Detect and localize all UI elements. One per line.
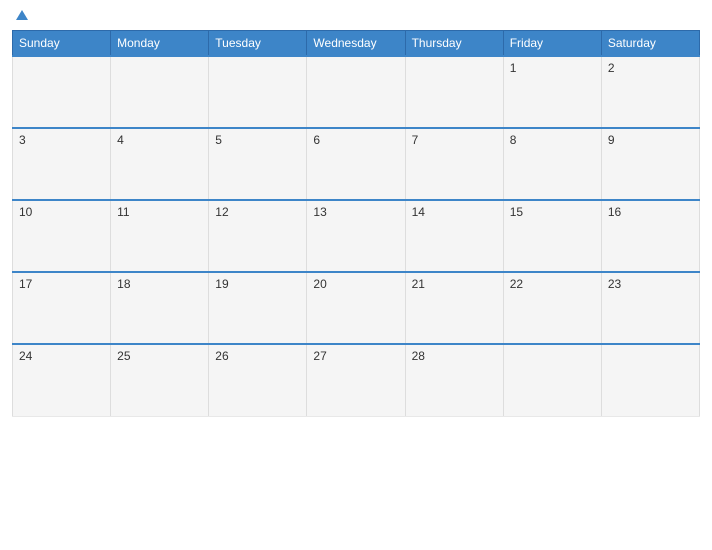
calendar-day-cell: 17 — [13, 272, 111, 344]
day-number: 16 — [608, 205, 621, 219]
weekday-header-thursday: Thursday — [405, 31, 503, 57]
calendar-day-cell — [209, 56, 307, 128]
day-number: 27 — [313, 349, 326, 363]
calendar-day-cell: 6 — [307, 128, 405, 200]
calendar-week-row: 3 4 5 6 7 8 9 — [13, 128, 700, 200]
calendar-day-cell: 5 — [209, 128, 307, 200]
weekday-header-friday: Friday — [503, 31, 601, 57]
day-number: 17 — [19, 277, 32, 291]
day-number: 15 — [510, 205, 523, 219]
calendar-day-cell: 22 — [503, 272, 601, 344]
day-number: 8 — [510, 133, 517, 147]
weekday-header-wednesday: Wednesday — [307, 31, 405, 57]
calendar-day-cell: 7 — [405, 128, 503, 200]
calendar-body: 1234567891011121314151617181920212223242… — [13, 56, 700, 416]
calendar-week-row: 12 — [13, 56, 700, 128]
calendar-day-cell: 18 — [111, 272, 209, 344]
day-number: 20 — [313, 277, 326, 291]
calendar-week-row: 24 25 26 27 28 — [13, 344, 700, 416]
calendar-day-cell — [307, 56, 405, 128]
calendar-header — [12, 10, 700, 22]
calendar-day-cell — [405, 56, 503, 128]
calendar-day-cell: 24 — [13, 344, 111, 416]
calendar-day-cell: 16 — [601, 200, 699, 272]
calendar-week-row: 10 11 12 13 14 15 16 — [13, 200, 700, 272]
day-number: 13 — [313, 205, 326, 219]
calendar-day-cell: 26 — [209, 344, 307, 416]
calendar-day-cell — [111, 56, 209, 128]
calendar-day-cell — [503, 344, 601, 416]
calendar-day-cell: 28 — [405, 344, 503, 416]
day-number: 26 — [215, 349, 228, 363]
day-number: 23 — [608, 277, 621, 291]
logo — [12, 10, 28, 22]
calendar-thead: SundayMondayTuesdayWednesdayThursdayFrid… — [13, 31, 700, 57]
day-number: 18 — [117, 277, 130, 291]
calendar-day-cell: 1 — [503, 56, 601, 128]
calendar-day-cell: 4 — [111, 128, 209, 200]
day-number: 1 — [510, 61, 517, 75]
calendar-day-cell: 10 — [13, 200, 111, 272]
calendar-day-cell: 19 — [209, 272, 307, 344]
day-number: 19 — [215, 277, 228, 291]
calendar-day-cell: 25 — [111, 344, 209, 416]
day-number: 22 — [510, 277, 523, 291]
day-number: 2 — [608, 61, 615, 75]
weekday-header-monday: Monday — [111, 31, 209, 57]
calendar-day-cell — [13, 56, 111, 128]
day-number: 9 — [608, 133, 615, 147]
weekday-header-saturday: Saturday — [601, 31, 699, 57]
day-number: 24 — [19, 349, 32, 363]
day-number: 4 — [117, 133, 124, 147]
calendar-day-cell: 13 — [307, 200, 405, 272]
calendar-day-cell — [601, 344, 699, 416]
day-number: 10 — [19, 205, 32, 219]
calendar-day-cell: 8 — [503, 128, 601, 200]
day-number: 6 — [313, 133, 320, 147]
day-number: 11 — [117, 205, 129, 219]
day-number: 28 — [412, 349, 425, 363]
calendar-day-cell: 27 — [307, 344, 405, 416]
day-number: 21 — [412, 277, 425, 291]
day-number: 7 — [412, 133, 419, 147]
day-number: 25 — [117, 349, 130, 363]
calendar-day-cell: 14 — [405, 200, 503, 272]
calendar-day-cell: 12 — [209, 200, 307, 272]
calendar-week-row: 17 18 19 20 21 22 23 — [13, 272, 700, 344]
calendar-day-cell: 21 — [405, 272, 503, 344]
calendar-container: SundayMondayTuesdayWednesdayThursdayFrid… — [0, 0, 712, 550]
weekday-header-sunday: Sunday — [13, 31, 111, 57]
calendar-day-cell: 15 — [503, 200, 601, 272]
weekday-header-row: SundayMondayTuesdayWednesdayThursdayFrid… — [13, 31, 700, 57]
calendar-day-cell: 2 — [601, 56, 699, 128]
calendar-day-cell: 9 — [601, 128, 699, 200]
day-number: 12 — [215, 205, 228, 219]
calendar-day-cell: 23 — [601, 272, 699, 344]
logo-triangle-icon — [16, 10, 28, 20]
calendar-day-cell: 20 — [307, 272, 405, 344]
weekday-header-tuesday: Tuesday — [209, 31, 307, 57]
day-number: 3 — [19, 133, 26, 147]
calendar-table: SundayMondayTuesdayWednesdayThursdayFrid… — [12, 30, 700, 417]
calendar-day-cell: 3 — [13, 128, 111, 200]
day-number: 5 — [215, 133, 222, 147]
day-number: 14 — [412, 205, 425, 219]
calendar-day-cell: 11 — [111, 200, 209, 272]
